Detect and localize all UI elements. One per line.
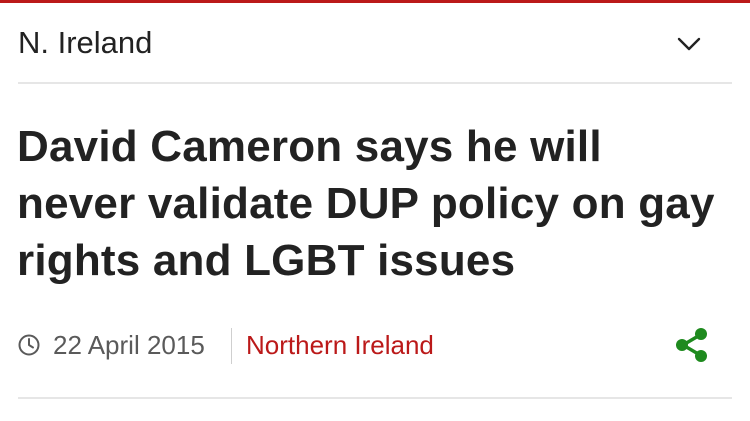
- chevron-down-icon[interactable]: [677, 34, 701, 54]
- meta-divider-bottom: [18, 397, 732, 399]
- category-link[interactable]: Northern Ireland: [246, 330, 434, 360]
- share-icon[interactable]: [674, 326, 710, 364]
- article-page: N. Ireland David Cameron says he will ne…: [0, 0, 750, 421]
- section-header: N. Ireland: [0, 3, 750, 81]
- section-title[interactable]: N. Ireland: [18, 25, 152, 61]
- article-meta: 22 April 2015 Northern Ireland: [18, 326, 732, 366]
- article-headline: David Cameron says he will never validat…: [17, 122, 715, 285]
- meta-divider: [231, 328, 232, 364]
- article-date: 22 April 2015: [53, 330, 205, 360]
- clock-icon: [18, 334, 40, 356]
- header-divider: [18, 82, 732, 84]
